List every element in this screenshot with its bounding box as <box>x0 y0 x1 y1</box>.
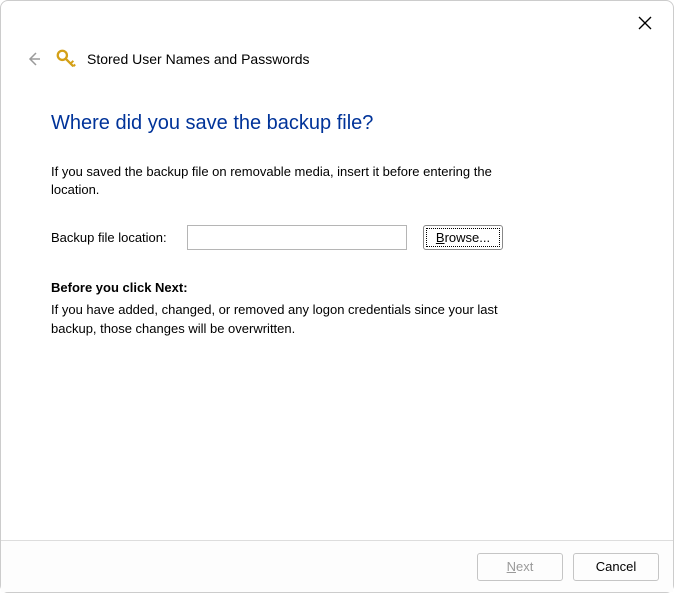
cancel-button[interactable]: Cancel <box>573 553 659 581</box>
back-button[interactable] <box>25 50 43 68</box>
content-area: Where did you save the backup file? If y… <box>1 112 673 338</box>
footer-bar: Next Cancel <box>1 540 673 592</box>
file-location-input[interactable] <box>187 225 407 250</box>
warning-text: If you have added, changed, or removed a… <box>51 301 531 337</box>
next-mnemonic: N <box>507 559 516 574</box>
browse-button[interactable]: Browse... <box>423 225 503 250</box>
next-button[interactable]: Next <box>477 553 563 581</box>
key-icon <box>55 48 77 70</box>
next-label-rest: ext <box>516 559 533 574</box>
file-location-label: Backup file location: <box>51 230 171 245</box>
page-heading: Where did you save the backup file? <box>51 112 623 135</box>
instruction-text: If you saved the backup file on removabl… <box>51 163 531 199</box>
close-button[interactable] <box>635 13 655 33</box>
warning-heading: Before you click Next: <box>51 280 623 295</box>
header-bar: Stored User Names and Passwords <box>1 1 673 70</box>
back-arrow-icon <box>26 51 42 67</box>
file-location-row: Backup file location: Browse... <box>51 225 623 250</box>
browse-mnemonic: B <box>436 230 445 245</box>
close-icon <box>638 16 652 30</box>
window-title: Stored User Names and Passwords <box>87 51 310 67</box>
browse-label-rest: rowse... <box>445 230 491 245</box>
